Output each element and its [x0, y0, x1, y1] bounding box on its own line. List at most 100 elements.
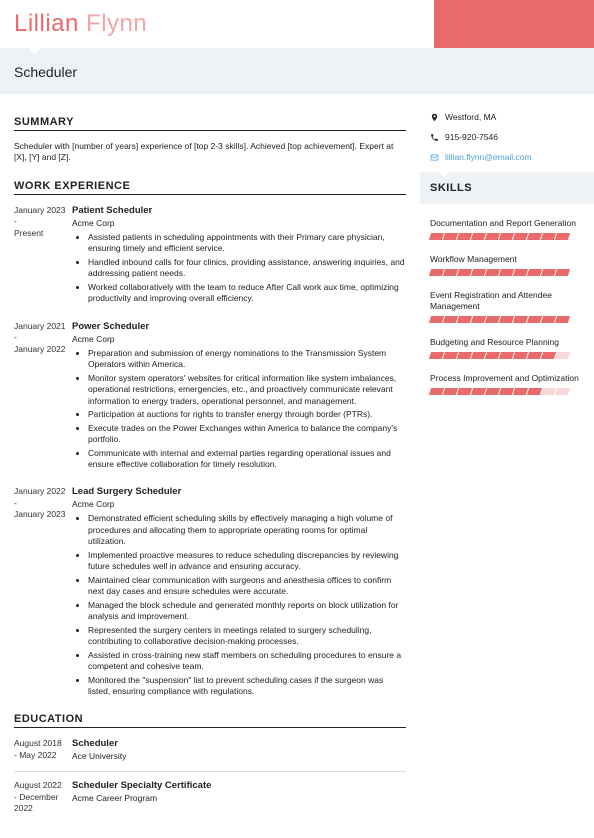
- work-entry: January 2021 - January 2022Power Schedul…: [14, 321, 406, 473]
- skill-segment: [443, 233, 458, 240]
- skill-segment: [555, 269, 570, 276]
- skill-segment: [555, 388, 570, 395]
- skill-segment: [429, 269, 444, 276]
- skill-segment: [513, 233, 528, 240]
- bullet-item: Participation at auctions for rights to …: [88, 409, 406, 420]
- bullet-item: Communicate with internal and external p…: [88, 448, 406, 471]
- edu-body: Scheduler Specialty CertificateAcme Care…: [72, 780, 406, 814]
- bullet-item: Execute trades on the Power Exchanges wi…: [88, 423, 406, 446]
- summary-heading: SUMMARY: [14, 116, 406, 128]
- contact-phone: 915-920-7546: [430, 132, 580, 142]
- education-heading: EDUCATION: [14, 713, 406, 725]
- bullet-item: Represented the surgery centers in meeti…: [88, 625, 406, 648]
- bullet-item: Assisted patients in scheduling appointm…: [88, 232, 406, 255]
- edu-body: Scheduler Ace University: [72, 738, 406, 765]
- work-body: Lead Surgery Scheduler Acme Corp Demonstra…: [72, 486, 406, 699]
- skill-bar: [430, 316, 580, 323]
- company-name: Acme Corp: [72, 499, 406, 509]
- bullet-item: Implemented proactive measures to reduce…: [88, 550, 406, 573]
- location-pin-icon: [430, 113, 439, 122]
- company-name: Acme Corp: [72, 218, 406, 228]
- work-body: Patient Scheduler Acme Corp Assisted patie…: [72, 205, 406, 307]
- bullet-item: Preparation and submission of energy nom…: [88, 348, 406, 371]
- bullet-item: Handled inbound calls for four clinics, …: [88, 257, 406, 280]
- skills-list: Documentation and Report Generation Workf…: [430, 218, 580, 395]
- end-date: December 2022: [14, 792, 58, 813]
- section-rule: [14, 130, 406, 131]
- skill-segment: [541, 269, 556, 276]
- email-link[interactable]: lillian.flynn@email.com: [445, 152, 532, 162]
- start-date: January 2023: [14, 205, 66, 215]
- work-dates: January 2021 - January 2022: [14, 321, 72, 473]
- skill-segment: [527, 269, 542, 276]
- date-separator: -: [14, 216, 66, 227]
- start-date: January 2022: [14, 486, 66, 496]
- skill-segment: [457, 269, 472, 276]
- section-rule: [14, 194, 406, 195]
- skill-segment: [485, 233, 500, 240]
- job-title: Lead Surgery Scheduler: [72, 486, 406, 497]
- contact-location: Westford, MA: [430, 112, 580, 122]
- date-separator: -: [14, 332, 66, 343]
- skill-bar: [430, 352, 580, 359]
- skill-segment: [471, 233, 486, 240]
- section-rule: [14, 727, 406, 728]
- summary-text: Scheduler with [number of years] experie…: [14, 141, 406, 164]
- skill-segment: [429, 233, 444, 240]
- bullet-list: Assisted patients in scheduling appointm…: [72, 232, 406, 305]
- education-list: August 2018 - May 2022Scheduler Ace Unive…: [14, 738, 406, 814]
- skill-item: Workflow Management: [430, 254, 580, 276]
- skill-segment: [555, 352, 570, 359]
- skill-segment: [499, 269, 514, 276]
- skill-name: Budgeting and Resource Planning: [430, 337, 580, 348]
- skill-item: Documentation and Report Generation: [430, 218, 580, 240]
- bullet-list: Demonstrated efficient scheduling skills…: [72, 513, 406, 697]
- bullet-item: Monitored the "suspension" list to preve…: [88, 675, 406, 698]
- edu-dates: August 2022 - December 2022: [14, 780, 72, 814]
- skill-item: Event Registration and Attendee Manageme…: [430, 290, 580, 323]
- work-heading: WORK EXPERIENCE: [14, 180, 406, 192]
- job-title: Power Scheduler: [72, 321, 406, 332]
- skill-segment: [485, 269, 500, 276]
- notch-decoration: [438, 171, 450, 178]
- bullet-item: Maintained clear communication with surg…: [88, 575, 406, 598]
- skill-segment: [513, 269, 528, 276]
- end-date: January 2022: [14, 344, 66, 354]
- skill-bar: [430, 269, 580, 276]
- education-entry: August 2018 - May 2022Scheduler Ace Unive…: [14, 738, 406, 765]
- edu-dates: August 2018 - May 2022: [14, 738, 72, 765]
- last-name: Flynn: [86, 10, 147, 37]
- person-name: Lillian Flynn: [14, 10, 434, 38]
- contact-email[interactable]: lillian.flynn@email.com: [430, 152, 580, 162]
- skill-name: Process Improvement and Optimization: [430, 373, 580, 384]
- skill-segment: [555, 316, 570, 323]
- institution-name: Acme Career Program: [72, 793, 406, 803]
- skills-heading: SKILLS: [430, 182, 580, 194]
- work-entry: January 2023 - PresentPatient SchedulerA…: [14, 205, 406, 307]
- work-entry: January 2022 - January 2023Lead Surgery …: [14, 486, 406, 699]
- bullet-item: Demonstrated efficient scheduling skills…: [88, 513, 406, 547]
- header-row: Lillian Flynn: [0, 0, 594, 48]
- end-date: January 2023: [14, 509, 66, 519]
- company-name: Acme Corp: [72, 334, 406, 344]
- start-date: January 2021: [14, 321, 66, 331]
- education-entry: August 2022 - December 2022Scheduler Spe…: [14, 780, 406, 814]
- skill-segment: [443, 269, 458, 276]
- location-value: Westford, MA: [445, 112, 496, 122]
- accent-bar: [434, 0, 594, 48]
- degree-title: Scheduler: [72, 738, 406, 749]
- work-body: Power Scheduler Acme Corp Preparation and …: [72, 321, 406, 473]
- right-column: Westford, MA 915-920-7546 lillian.flynn@…: [420, 94, 594, 827]
- skill-name: Documentation and Report Generation: [430, 218, 580, 229]
- skill-name: Workflow Management: [430, 254, 580, 265]
- skill-segment: [457, 233, 472, 240]
- envelope-icon: [430, 153, 439, 162]
- skill-segment: [471, 269, 486, 276]
- date-separator: -: [14, 498, 66, 509]
- institution-name: Ace University: [72, 751, 406, 761]
- bullet-item: Assisted in cross-training new staff mem…: [88, 650, 406, 673]
- resume-page: Lillian Flynn Scheduler SUMMARY Schedule…: [0, 0, 594, 827]
- work-dates: January 2022 - January 2023: [14, 486, 72, 699]
- job-title: Patient Scheduler: [72, 205, 406, 216]
- bullet-item: Worked collaboratively with the team to …: [88, 282, 406, 305]
